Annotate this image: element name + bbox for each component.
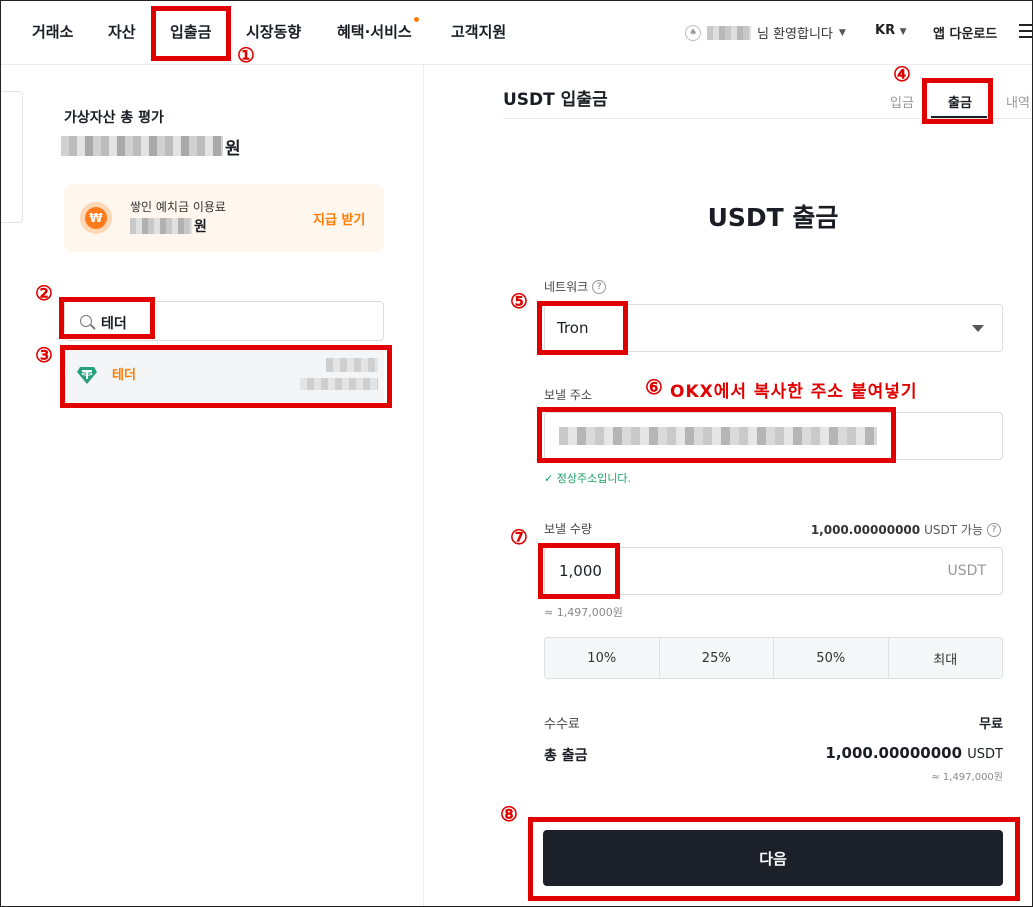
- total-withdraw-unit: USDT: [967, 747, 1003, 762]
- language-label: KR: [875, 23, 896, 38]
- address-field-label: 보낼 주소: [544, 386, 592, 403]
- fee-label: 수수료: [544, 717, 580, 732]
- nav-market-trends[interactable]: 시장동향: [246, 21, 301, 42]
- annotation-number-1: ①: [237, 43, 255, 67]
- annotation-box-search: [59, 297, 155, 339]
- address-label-text: 보낼 주소: [544, 388, 592, 402]
- annotation-box-nav: [151, 6, 231, 61]
- question-icon[interactable]: ?: [592, 279, 607, 294]
- annotation-number-4: ④: [893, 62, 911, 86]
- new-dot-badge: [413, 17, 419, 22]
- annotation-note-paste-address: OKX에서 복사한 주소 붙여넣기: [670, 382, 918, 402]
- network-label-text: 네트워크: [544, 280, 589, 294]
- nav-assets[interactable]: 자산: [108, 21, 136, 42]
- blurred-username: [707, 25, 751, 40]
- user-menu[interactable]: ♠ 님 환영합니다 ▼: [685, 23, 846, 42]
- nav-benefits-label: 혜택·서비스: [337, 23, 412, 41]
- annotation-box-address: [537, 407, 896, 463]
- total-withdraw-label: 총 출금: [544, 748, 588, 764]
- deposit-interest-label: 쌓인 예치금 이용료: [130, 200, 226, 214]
- welcome-text: 님 환영합니다: [757, 27, 833, 42]
- annotation-number-7: ⑦: [510, 525, 528, 549]
- language-selector[interactable]: KR ▼: [875, 23, 907, 38]
- address-valid-message: ✓ 정상주소입니다.: [544, 472, 632, 485]
- total-withdraw-krw: ≈ 1,497,000원: [931, 772, 1003, 783]
- nav-exchange[interactable]: 거래소: [32, 21, 73, 42]
- annotation-number-2: ②: [35, 281, 53, 305]
- annotation-box-coin: [60, 345, 392, 408]
- nav-benefits-services[interactable]: 혜택·서비스: [337, 17, 419, 42]
- available-suffix: USDT 가능: [924, 523, 983, 537]
- annotation-box-network: [537, 301, 628, 355]
- max-button[interactable]: 최대: [889, 638, 1003, 678]
- amount-field-label: 보낼 수량: [544, 520, 592, 537]
- blurred-total-amount: [61, 136, 223, 156]
- total-withdraw-value: 1,000.00000000 USDT: [781, 744, 1003, 762]
- total-withdraw-amount: 1,000.00000000: [825, 744, 963, 762]
- nav-customer-support[interactable]: 고객지원: [451, 21, 506, 42]
- percent-25-button[interactable]: 25%: [660, 638, 774, 678]
- chevron-down-icon: ▼: [899, 27, 907, 37]
- deposit-interest-card: ₩ 쌓인 예치금 이용료 원 지급 받기: [64, 184, 384, 252]
- chevron-down-icon: ▼: [838, 27, 846, 38]
- tab-deposit[interactable]: 입금: [890, 92, 914, 111]
- tab-history[interactable]: 내역: [1006, 92, 1030, 111]
- percent-10-button[interactable]: 10%: [545, 638, 660, 678]
- total-asset-label: 가상자산 총 평가: [64, 110, 164, 126]
- percent-button-group: 10% 25% 50% 최대: [544, 637, 1003, 679]
- annotation-number-8: ⑧: [500, 802, 518, 826]
- percent-50-button[interactable]: 50%: [774, 638, 889, 678]
- interest-currency: 원: [194, 219, 207, 235]
- blurred-interest-amount: [130, 218, 192, 234]
- amount-krw-approx: ≈ 1,497,000원: [544, 606, 623, 619]
- question-icon[interactable]: ?: [987, 522, 1001, 537]
- annotation-number-6: ⑥: [645, 375, 663, 399]
- annotation-number-3: ③: [35, 343, 53, 367]
- available-amount: 1,000.00000000: [810, 522, 921, 537]
- network-field-label: 네트워크 ?: [544, 278, 607, 295]
- annotation-box-withdraw-tab: [922, 78, 993, 124]
- menu-icon[interactable]: [1019, 24, 1032, 38]
- total-asset-currency: 원: [225, 139, 241, 159]
- money-bag-icon: ₩: [80, 202, 112, 234]
- withdraw-form-title: USDT 출금: [707, 203, 839, 232]
- amount-label-text: 보낼 수량: [544, 522, 592, 536]
- available-balance: 1,000.00000000 USDT 가능 ?: [781, 521, 1001, 538]
- app-download-link[interactable]: 앱 다운로드: [933, 23, 997, 42]
- panel-title: USDT 입출금: [503, 90, 608, 110]
- collapsed-side-tab[interactable]: [1, 91, 23, 223]
- annotation-number-5: ⑤: [510, 289, 528, 313]
- fee-value: 무료: [979, 717, 1003, 732]
- caret-down-icon: [972, 325, 984, 332]
- annotation-box-next: [528, 817, 1020, 901]
- claim-interest-button[interactable]: 지급 받기: [313, 209, 365, 228]
- annotation-box-amount: [538, 543, 620, 599]
- page-frame: 거래소 자산 입출금 시장동향 혜택·서비스 고객지원 ♠ 님 환영합니다 ▼ …: [0, 0, 1033, 907]
- user-avatar-icon: ♠: [685, 24, 701, 41]
- amount-unit: USDT: [947, 563, 986, 579]
